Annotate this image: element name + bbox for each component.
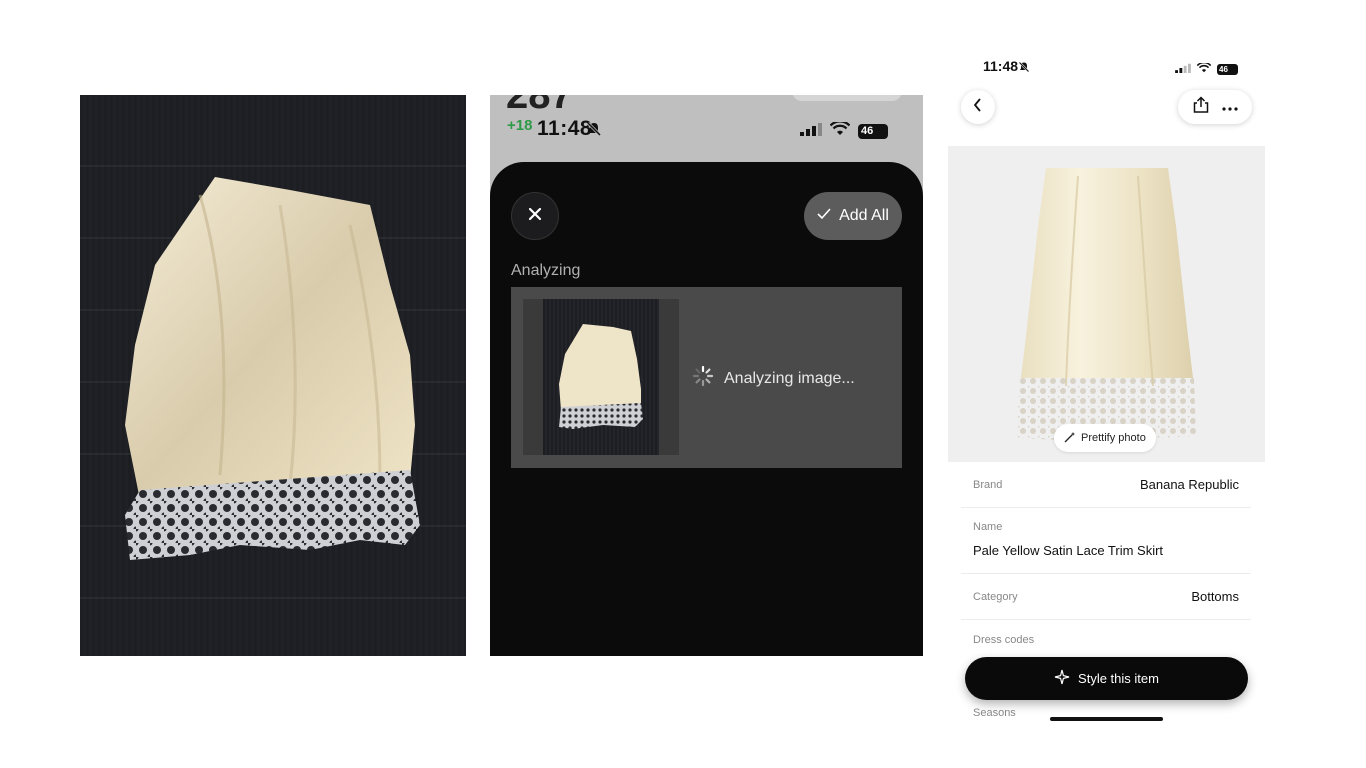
- background-count: 287: [506, 95, 573, 117]
- section-label: Analyzing: [511, 262, 581, 279]
- name-field[interactable]: Name Pale Yellow Satin Lace Trim Skirt: [961, 507, 1251, 574]
- signal-icon: [800, 122, 822, 141]
- magic-wand-icon: [1064, 431, 1076, 446]
- status-bar-time: 11:48: [537, 117, 593, 140]
- sparkle-icon: [1054, 669, 1070, 688]
- spinner-icon: [692, 365, 714, 392]
- bell-slash-icon: [1018, 60, 1030, 78]
- brand-field[interactable]: Brand Banana Republic: [961, 462, 1251, 508]
- brand-label: Brand: [973, 478, 1003, 491]
- analyzing-card: Analyzing image...: [511, 287, 902, 468]
- raw-skirt-photo: [80, 95, 466, 656]
- status-bar-time: 11:48: [983, 58, 1019, 74]
- battery-icon: 46: [1217, 63, 1238, 75]
- analyzing-status: Analyzing image...: [692, 365, 855, 392]
- style-this-item-label: Style this item: [1078, 671, 1159, 686]
- share-icon[interactable]: [1192, 95, 1210, 119]
- category-field[interactable]: Category Bottoms: [961, 574, 1251, 620]
- skirt-product-illustration: [1016, 168, 1196, 442]
- name-label: Name: [973, 521, 1003, 533]
- background-pill: [792, 95, 902, 101]
- prettify-photo-button[interactable]: Prettify photo: [1054, 424, 1156, 452]
- status-icons: 46: [1175, 60, 1238, 78]
- more-icon[interactable]: [1222, 98, 1238, 116]
- status-icons: 46: [800, 120, 888, 141]
- wifi-icon: [1196, 60, 1212, 78]
- category-label: Category: [973, 590, 1018, 603]
- signal-icon: [1175, 60, 1191, 78]
- analyzing-screen: 287 +18 11:48 46 Add All Analyzing Analy…: [490, 95, 923, 656]
- skirt-thumbnail: [543, 299, 659, 455]
- add-all-label: Add All: [839, 207, 889, 224]
- analyzing-sheet: Add All Analyzing Analyzing image...: [490, 162, 923, 656]
- close-button[interactable]: [511, 192, 559, 240]
- category-value: Bottoms: [1191, 589, 1239, 604]
- action-pill: [1178, 90, 1252, 124]
- analyzing-status-text: Analyzing image...: [724, 369, 855, 387]
- product-image: Prettify photo: [948, 146, 1265, 462]
- close-icon: [528, 207, 542, 226]
- prettify-photo-label: Prettify photo: [1081, 432, 1146, 444]
- battery-icon: 46: [858, 124, 888, 139]
- item-detail-screen: 11:48 46 Prettify photo Brand Banana Rep…: [948, 50, 1265, 750]
- bell-slash-icon: [586, 121, 602, 142]
- add-all-button[interactable]: Add All: [804, 192, 902, 240]
- style-this-item-button[interactable]: Style this item: [965, 657, 1248, 700]
- skirt-illustration: [125, 177, 420, 560]
- battery-level: 46: [1219, 64, 1228, 74]
- name-value: Pale Yellow Satin Lace Trim Skirt: [973, 543, 1164, 558]
- back-button[interactable]: [961, 90, 995, 124]
- seasons-field[interactable]: Seasons: [961, 700, 1251, 730]
- battery-level: 46: [861, 125, 874, 137]
- dress-codes-label: Dress codes: [973, 634, 1035, 646]
- wifi-icon: [829, 120, 851, 141]
- chevron-left-icon: [973, 97, 983, 117]
- brand-value: Banana Republic: [1139, 477, 1239, 492]
- home-indicator[interactable]: [1050, 717, 1163, 721]
- thumbnail-frame: [523, 299, 679, 455]
- background-delta: +18: [507, 117, 533, 134]
- check-icon: [817, 207, 831, 225]
